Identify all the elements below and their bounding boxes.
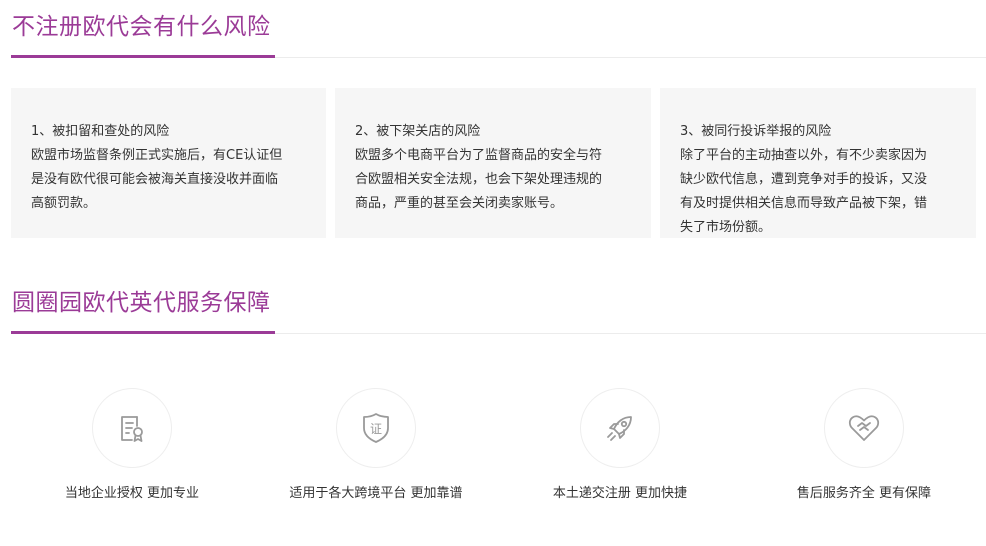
- feature-after-sales: 售后服务齐全 更有保障: [739, 388, 986, 504]
- risk-card-text: 合欧盟相关安全法规，也会下架处理违规的: [355, 172, 603, 187]
- risk-card-heading: 2、被下架关店的风险: [355, 124, 481, 139]
- shield-badge-icon: 证: [363, 413, 389, 443]
- feature-local-submission: 本土递交注册 更加快捷: [495, 388, 745, 504]
- risk-card-heading: 1、被扣留和查处的风险: [31, 124, 170, 139]
- feature-icon-circle: 证: [336, 388, 416, 468]
- risk-card-delisting: 2、被下架关店的风险 欧盟多个电商平台为了监督商品的安全与符 合欧盟相关安全法规…: [335, 88, 651, 238]
- service-section-title: 圆圈园欧代英代服务保障: [12, 290, 271, 316]
- risk-card-heading: 3、被同行投诉举报的风险: [680, 124, 832, 139]
- risk-card-detention: 1、被扣留和查处的风险 欧盟市场监督条例正式实施后，有CE认证但 是没有欧代很可…: [11, 88, 326, 238]
- risks-section-title: 不注册欧代会有什么风险: [12, 14, 271, 40]
- risk-card-text: 商品，严重的甚至会关闭卖家账号。: [355, 196, 564, 211]
- feature-local-authorization: 当地企业授权 更加专业: [7, 388, 257, 504]
- rocket-icon: [607, 416, 632, 441]
- page: 不注册欧代会有什么风险 1、被扣留和查处的风险 欧盟市场监督条例正式实施后，有C…: [0, 0, 986, 546]
- risk-card-text: 失了市场份额。: [680, 220, 772, 235]
- risk-card-text: 有及时提供相关信息而导致产品被下架，错: [680, 196, 928, 211]
- feature-icon-circle: [580, 388, 660, 468]
- risk-card-text: 欧盟多个电商平台为了监督商品的安全与符: [355, 148, 603, 163]
- feature-label: 本土递交注册 更加快捷: [552, 486, 688, 501]
- risk-card-text: 高额罚款。: [31, 196, 97, 211]
- heart-handshake-icon: [848, 415, 880, 441]
- risk-card-text: 欧盟市场监督条例正式实施后，有CE认证但: [31, 148, 283, 163]
- service-section-accent-bar: [11, 331, 275, 334]
- risk-card-complaints: 3、被同行投诉举报的风险 除了平台的主动抽查以外，有不少卖家因为 缺少欧代信息，…: [660, 88, 976, 238]
- risk-card-text: 缺少欧代信息，遭到竞争对手的投诉，又没: [680, 172, 928, 187]
- certificate-document-icon: [121, 416, 143, 442]
- feature-icon-circle: [824, 388, 904, 468]
- feature-platform-compatibility: 证 适用于各大跨境平台 更加靠谱: [251, 388, 501, 504]
- feature-label: 适用于各大跨境平台 更加靠谱: [289, 486, 463, 501]
- shield-badge-char: 证: [370, 422, 382, 436]
- feature-icon-circle: [92, 388, 172, 468]
- risk-card-text: 是没有欧代很可能会被海关直接没收并面临: [31, 172, 279, 187]
- feature-label: 当地企业授权 更加专业: [64, 486, 200, 501]
- risk-card-text: 除了平台的主动抽查以外，有不少卖家因为: [680, 148, 928, 163]
- feature-label: 售后服务齐全 更有保障: [796, 486, 932, 501]
- risks-section-accent-bar: [11, 55, 275, 58]
